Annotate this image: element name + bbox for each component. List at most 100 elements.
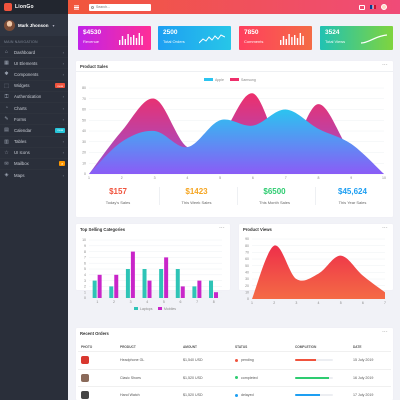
user-name: Mark Jhonson: [18, 22, 49, 28]
y-tick-label: 1: [84, 290, 86, 294]
star-icon: ☆: [4, 149, 9, 156]
x-tick-label: 7: [196, 300, 198, 304]
product-views-panel: Product Views ··· 0 10 20 30 40 50 60 70 80 90 1 2 3…: [239, 224, 393, 305]
y-tick-label: 30: [82, 140, 86, 144]
bar-laptops: [192, 286, 197, 298]
search-icon: [91, 5, 94, 9]
order-date: 15 July 2019: [353, 358, 374, 363]
sparkline-icon: [280, 33, 304, 45]
bar-laptops: [159, 269, 164, 298]
chevron-right-icon: ›: [62, 139, 64, 145]
x-tick-label: 4: [146, 300, 148, 304]
topbar: [68, 0, 400, 14]
more-options-button[interactable]: ···: [219, 225, 225, 231]
chevron-right-icon: ›: [62, 49, 64, 55]
summary-label: This Month Sales: [259, 200, 290, 205]
sidebar-item-maps[interactable]: ◈ Maps ›: [0, 169, 68, 180]
chevron-right-icon: ›: [62, 71, 64, 77]
bar-mobiles: [97, 274, 102, 298]
table-row[interactable]: Hand Watch $1,520 USD delayed 17 July 2019: [78, 386, 391, 400]
x-tick-label: 8: [213, 300, 215, 304]
y-tick-label: 8: [84, 250, 86, 254]
search-input[interactable]: [96, 5, 150, 9]
search-box[interactable]: [89, 3, 151, 11]
sidebar-item-tables[interactable]: ▥ Tables ›: [0, 136, 68, 147]
brand[interactable]: LionGo: [0, 0, 68, 14]
x-tick-label: 4: [186, 176, 188, 180]
x-tick-label: 5: [163, 300, 165, 304]
sidebar-item-label: Forms: [14, 116, 27, 122]
sidebar-item-components[interactable]: ✱ Components ›: [0, 68, 68, 79]
legend-swatch: [158, 307, 162, 310]
mail-icon[interactable]: [359, 4, 365, 10]
bar-laptops: [175, 269, 180, 298]
sidebar-item-mailbox[interactable]: ✉ Mailbox 8: [0, 158, 68, 169]
menu-toggle-button[interactable]: [71, 0, 81, 14]
column-header: PRODUCT: [120, 344, 136, 349]
widget-icon: ⬚: [4, 82, 9, 89]
column-header: COMPLETION: [295, 344, 317, 349]
legend-label: Mobiles: [164, 307, 176, 311]
topbar-avatar[interactable]: [381, 4, 387, 10]
stat-card[interactable]: 2500 Total Orders: [158, 26, 231, 50]
sidebar-item-label: Components: [14, 71, 39, 77]
bar-mobiles: [130, 251, 135, 298]
user-panel[interactable]: Mark Jhonson ▾: [0, 14, 68, 36]
y-tick-label: 9: [84, 244, 86, 248]
x-tick-label: 1: [96, 300, 98, 304]
table-row[interactable]: Clasic Shoes $1,520 USD completed 16 July 2…: [78, 368, 391, 387]
panel-title: Top Selling Categories: [80, 227, 126, 232]
bar-laptops: [92, 280, 97, 298]
stat-card[interactable]: 7850 Comments: [239, 26, 312, 50]
sidebar-item-authentication[interactable]: ⚿ Authentication ›: [0, 91, 68, 102]
sidebar-item-dashboard[interactable]: ⌂ Dashboard ›: [0, 46, 68, 57]
summary-value: $157: [109, 187, 127, 196]
product-name: Headphone GL: [120, 358, 145, 363]
y-tick-label: 10: [82, 238, 86, 242]
avatar: [4, 19, 15, 31]
table-row[interactable]: Headphone GL $1,540 USD pending 15 July 201…: [78, 351, 391, 369]
sidebar-item-label: Charts: [14, 105, 27, 111]
amount: $1,520 USD: [183, 393, 203, 398]
sidebar-item-widgets[interactable]: ⬚ Widgets new: [0, 80, 68, 91]
more-options-button[interactable]: ···: [382, 225, 388, 231]
more-options-button[interactable]: ···: [382, 62, 388, 68]
y-tick-label: 60: [245, 257, 249, 261]
product-name: Clasic Shoes: [120, 375, 141, 380]
language-flag-icon[interactable]: [370, 5, 376, 9]
more-options-button[interactable]: ···: [382, 329, 388, 335]
completion-fill: [295, 394, 320, 397]
sidebar-item-calendar[interactable]: ▤ Calendar new: [0, 124, 68, 135]
x-tick-label: 1: [251, 301, 253, 305]
sidebar-item-ui-elements[interactable]: ▦ UI Elements ›: [0, 57, 68, 68]
bar-laptops: [109, 286, 114, 298]
sidebar-item-forms[interactable]: ✎ Forms ›: [0, 113, 68, 124]
stat-card[interactable]: $4530 Revenue: [78, 26, 151, 50]
legend-swatch: [204, 78, 213, 81]
x-tick-label: 6: [362, 301, 364, 305]
stat-card[interactable]: 3524 Total Views: [320, 26, 393, 50]
sidebar-item-label: Dashboard: [14, 49, 36, 55]
sales-summary: $45,624 This Year Sales: [315, 187, 389, 205]
status-cell: pending: [235, 358, 295, 362]
completion-bar: [295, 376, 333, 379]
sidebar-item-label: Maps: [14, 172, 25, 178]
y-tick-label: 60: [82, 108, 86, 112]
summary-value: $45,624: [338, 187, 367, 196]
column-header: STATUS: [235, 344, 248, 349]
completion-cell: [295, 359, 353, 362]
sidebar-badge: 8: [59, 161, 65, 167]
sidebar-item-ui-icons[interactable]: ☆ UI Icons ›: [0, 147, 68, 158]
lion-logo-icon: [4, 3, 12, 11]
product-views-chart: 0 10 20 30 40 50 60 70 80 90 1 2 3 4 5 6 7: [245, 237, 386, 305]
sidebar-item-label: Authentication: [14, 94, 42, 100]
x-tick-label: 2: [121, 176, 123, 180]
photo-cell: [78, 356, 120, 365]
x-tick-label: 3: [154, 176, 156, 180]
product-thumbnail: [81, 373, 89, 382]
y-tick-label: 5: [84, 267, 86, 271]
photo-cell: [78, 391, 120, 400]
sidebar-item-charts[interactable]: ◔ Charts ›: [0, 102, 68, 113]
chevron-right-icon: ›: [62, 172, 64, 178]
x-tick-label: 3: [130, 300, 132, 304]
